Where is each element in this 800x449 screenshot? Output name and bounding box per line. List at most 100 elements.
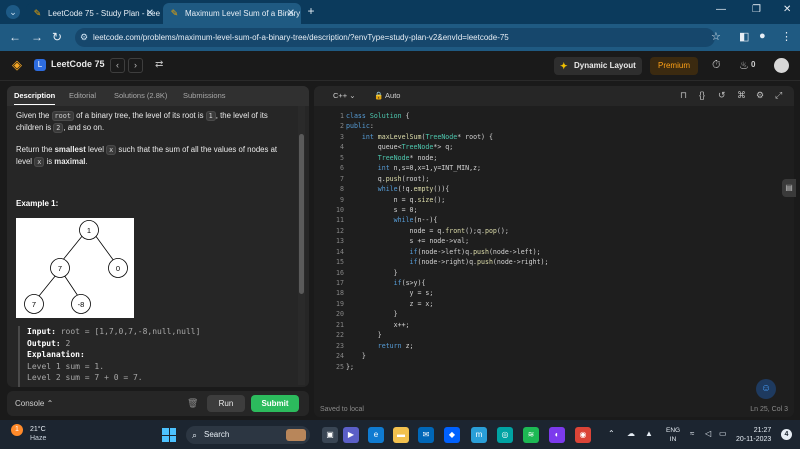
premium-button[interactable]: Premium [650, 57, 698, 75]
prev-problem-icon[interactable]: ‹ [110, 58, 125, 73]
trash-icon[interactable]: 🗑 [187, 398, 198, 409]
shortcuts-icon[interactable]: ⌘ [737, 90, 746, 101]
url-input[interactable]: ⚙ leetcode.com/problems/maximum-level-su… [75, 28, 715, 47]
menu-dots-icon[interactable]: ⋮ [781, 30, 792, 43]
leetcode-logo-icon[interactable]: ◈ [12, 58, 26, 72]
browser-tab-label: LeetCode 75 - Study Plan - Lee [48, 9, 160, 18]
input-language[interactable]: ENG IN [666, 426, 680, 444]
console-toggle[interactable]: Console ⌃ [15, 399, 53, 408]
site-info-icon[interactable]: ⚙ [80, 28, 88, 47]
file-explorer-icon[interactable]: ▬ [393, 427, 409, 443]
app-icon[interactable]: m [471, 427, 487, 443]
submit-button[interactable]: Submit [251, 395, 299, 412]
browser-tab-problem[interactable]: ✎ Maximum Level Sum of a Binary ✕ [163, 3, 301, 24]
forward-icon[interactable]: → [31, 30, 43, 44]
tree-node-left-right: -8 [78, 300, 85, 309]
weather-condition[interactable]: Haze [30, 435, 46, 442]
windows-start-icon[interactable] [162, 428, 176, 442]
tab-search-chevron-icon[interactable]: ⌄ [6, 5, 20, 19]
reload-icon[interactable]: ↻ [52, 30, 62, 44]
wifi-icon[interactable]: ≈ [690, 429, 694, 438]
line-number: 3 [340, 132, 344, 141]
auto-mode[interactable]: 🔒 Auto [374, 91, 400, 100]
description-scrollbar[interactable] [298, 106, 305, 385]
line-number: 19 [336, 299, 344, 308]
spotify-icon[interactable]: ≋ [523, 427, 539, 443]
battery-icon[interactable]: ▭ [719, 429, 727, 438]
bookmark-star-icon[interactable]: ☆ [711, 30, 721, 43]
line-number: 10 [336, 205, 344, 214]
teams-icon[interactable]: ▶ [343, 427, 359, 443]
task-view-icon[interactable]: ▣ [322, 427, 338, 443]
profile-icon[interactable]: ● [759, 30, 766, 42]
new-tab-icon[interactable]: + [304, 4, 318, 18]
mail-icon[interactable]: ✉ [418, 427, 434, 443]
line-number: 4 [340, 143, 344, 152]
bookmark-icon[interactable]: ⊓ [680, 90, 687, 101]
close-tab-icon[interactable]: ✕ [146, 3, 154, 24]
streak-fire-icon[interactable]: ♨ [739, 59, 749, 72]
avatar[interactable] [774, 58, 789, 73]
sidebar-icon[interactable]: ◧ [739, 30, 749, 43]
code-area[interactable]: class Solution {public: int maxLevelSum(… [346, 111, 786, 372]
code-line: n = q.size(); [346, 195, 446, 204]
lock-icon: 🔒 [374, 91, 384, 100]
app-icon-2[interactable]: ◎ [497, 427, 513, 443]
app-icon-3[interactable]: ◐ [549, 427, 565, 443]
chevron-up-icon: ⌃ [46, 399, 54, 408]
language-select[interactable]: C++ ⌄ [333, 91, 356, 100]
weather-temperature[interactable]: 21°C [30, 426, 46, 433]
close-window-icon[interactable]: ✕ [783, 4, 791, 15]
chevron-down-icon: ⌄ [349, 91, 356, 100]
settings-icon[interactable]: ⚙ [756, 90, 764, 101]
line-number: 14 [336, 247, 344, 256]
minimize-icon[interactable]: — [716, 4, 726, 15]
browser-tab-study-plan[interactable]: ✎ LeetCode 75 - Study Plan - Lee ✕ [26, 3, 160, 24]
windows-taskbar: 1 21°C Haze ⌕ Search ▣ ▶ e ▬ ✉ ◆ m ◎ ≋ ◐… [0, 420, 800, 449]
notification-badge[interactable]: 4 [781, 429, 792, 440]
notes-side-tab-icon[interactable]: ▤ [782, 179, 796, 197]
taskbar-search[interactable]: ⌕ Search [186, 426, 310, 444]
chat-assistant-icon[interactable]: ☺ [756, 379, 776, 399]
code-line: z = x; [346, 299, 434, 308]
dynamic-layout-button[interactable]: ✦ Dynamic Layout [554, 57, 642, 75]
next-problem-icon[interactable]: › [128, 58, 143, 73]
line-number: 2 [340, 122, 344, 131]
tray-chevron-icon[interactable]: ⌃ [608, 429, 615, 438]
dropbox-icon[interactable]: ◆ [444, 427, 460, 443]
shuffle-icon[interactable]: ⇄ [155, 59, 163, 70]
study-plan-title[interactable]: LeetCode 75 [51, 59, 105, 69]
line-number: 18 [336, 289, 344, 298]
code-line: x++; [346, 320, 410, 329]
chrome-icon[interactable]: ◉ [575, 427, 591, 443]
close-tab-icon[interactable]: ✕ [287, 3, 295, 24]
line-number: 13 [336, 237, 344, 246]
tab-description[interactable]: Description [14, 91, 56, 105]
code-editor-panel: C++ ⌄ 🔒 Auto ⊓ {} ↺ ⌘ ⚙ ⤢ 1 2 3 4 5 6 7 8 9 10 11 1… [314, 86, 794, 417]
line-number: 20 [336, 310, 344, 319]
reset-icon[interactable]: ↺ [718, 90, 726, 101]
leetcode-favicon-icon: ✎ [170, 8, 179, 18]
code-line: } [346, 268, 398, 277]
weather-icon[interactable]: 1 [11, 424, 23, 436]
expand-icon[interactable]: ⤢ [775, 90, 782, 101]
volume-icon[interactable]: ◁ [705, 429, 711, 438]
restore-icon[interactable]: ❐ [752, 4, 761, 15]
onedrive-icon[interactable]: ☁ [627, 429, 635, 438]
system-clock[interactable]: 21:27 20-11-2023 [736, 426, 771, 444]
back-icon[interactable]: ← [9, 30, 21, 44]
tab-editorial[interactable]: Editorial [69, 91, 96, 100]
timer-icon[interactable]: ⏱ [712, 59, 721, 72]
run-button[interactable]: Run [207, 395, 245, 412]
tab-submissions[interactable]: Submissions [183, 91, 226, 100]
scrollbar-thumb[interactable] [299, 134, 304, 294]
description-paragraph-1: Given the root of a binary tree, the lev… [16, 111, 268, 133]
line-number: 25 [336, 362, 344, 371]
example-output: Output: 2 [27, 338, 71, 348]
code-line: TreeNode* node; [377, 153, 438, 162]
app-tray-icon[interactable]: ▲ [645, 429, 653, 438]
edge-icon[interactable]: e [368, 427, 384, 443]
braces-icon[interactable]: {} [699, 90, 705, 100]
example-tree-image: 1 7 0 7 -8 [16, 218, 134, 318]
tab-solutions[interactable]: Solutions (2.8K) [114, 91, 167, 100]
